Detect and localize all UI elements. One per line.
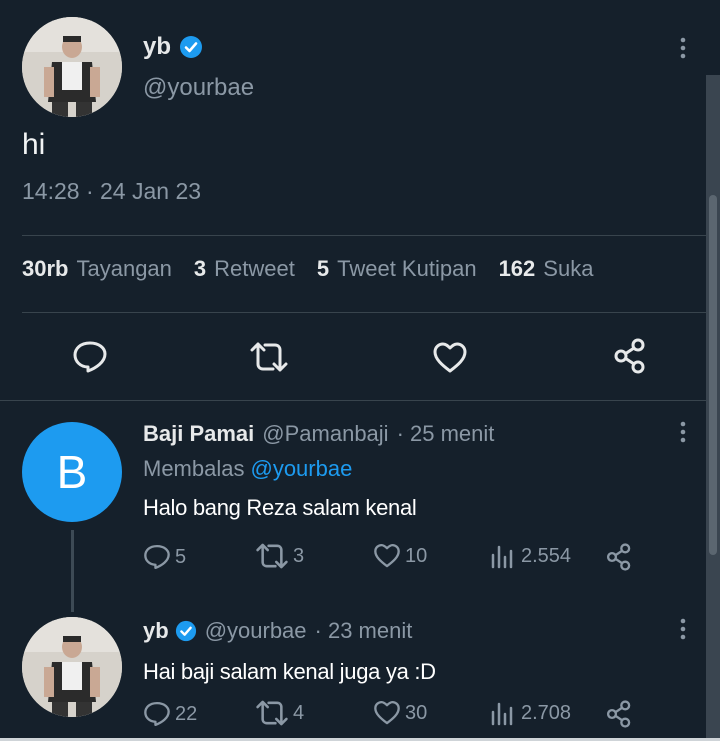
more-options-icon[interactable] [672,36,694,60]
share-icon[interactable] [612,338,648,374]
stat-quote-tweets[interactable]: 5 Tweet Kutipan [317,256,477,282]
like-heart-icon [374,700,400,725]
more-options-icon[interactable] [672,617,694,641]
more-options-icon[interactable] [672,420,694,444]
like-button[interactable]: 30 [373,700,427,726]
stat-value: 5 [316,256,330,281]
retweet-icon [256,700,288,726]
share-button[interactable] [605,543,633,571]
reply-count: 5 [175,545,187,568]
thread-connector-line [71,530,74,612]
reply-count: 22 [175,702,198,725]
reply-header: Baji Pamai @Pamanbaji · 25 menit [143,421,494,447]
views-chart-icon [491,702,513,726]
reply-icon [144,701,170,727]
main-tweet: yb @yourbae hi 14:28 · 24 Jan 23 30rb Ta… [0,0,706,400]
stat-label: Tweet Kutipan [337,256,477,281]
reply-header: yb @yourbae · 23 menit [143,618,412,644]
stat-label: Tayangan [76,256,172,281]
share-icon [606,700,631,728]
share-button[interactable] [605,700,633,728]
scrollbar-thumb[interactable] [709,195,717,555]
like-heart-icon [374,543,400,568]
reply-text: Halo bang Reza salam kenal [143,495,417,520]
author-name[interactable]: yb [143,618,169,644]
reply-action-bar: 22 4 30 2.708 [143,700,643,730]
divider [22,235,706,236]
reply-action-bar: 5 3 10 2.554 [143,543,643,573]
stat-views[interactable]: 30rb Tayangan [22,256,172,282]
views-button[interactable]: 2.554 [489,543,571,569]
stat-label: Retweet [214,256,295,281]
stat-label: Suka [543,256,594,281]
reply-time[interactable]: · 23 menit [315,618,413,644]
tweet-action-bar [0,330,706,380]
stat-value: 3 [193,256,207,281]
stat-value: 30rb [22,256,69,281]
reply-text: Hai baji salam kenal juga ya :D [143,659,436,684]
verified-badge-icon [175,620,197,642]
like-heart-icon[interactable] [432,342,468,374]
tweet-text: hi [22,128,46,161]
scrollbar[interactable] [706,75,720,741]
tweet-stats: 30rb Tayangan 3 Retweet 5 Tweet Kutipan … [22,256,615,282]
author-name-row: yb [143,33,203,61]
views-button[interactable]: 2.708 [489,700,571,726]
retweet-button[interactable]: 3 [255,543,304,569]
reply-icon[interactable] [72,340,108,374]
author-handle[interactable]: @Pamanbaji [262,421,388,447]
avatar[interactable] [22,17,122,117]
avatar[interactable]: B [22,422,122,522]
retweet-count: 4 [293,701,305,724]
reply-button[interactable]: 22 [143,700,197,728]
stat-likes[interactable]: 162 Suka [499,256,594,282]
author-handle[interactable]: @yourbae [205,618,307,644]
views-chart-icon [491,545,513,569]
profile-photo-icon [22,617,122,717]
like-button[interactable]: 10 [373,543,427,569]
avatar[interactable] [22,617,122,717]
retweet-icon[interactable] [249,342,289,372]
reply-time[interactable]: · 25 menit [397,421,495,447]
retweet-count: 3 [293,544,305,567]
retweet-button[interactable]: 4 [255,700,304,726]
verified-badge-icon [179,35,203,59]
profile-photo-icon [22,17,122,117]
replying-to-label: Membalas [143,456,245,481]
like-count: 30 [405,701,428,724]
retweet-icon [256,543,288,569]
reply-button[interactable]: 5 [143,543,186,571]
author-name[interactable]: yb [143,33,171,61]
replying-to: Membalas @yourbae [143,456,352,482]
share-icon [606,543,631,571]
divider [0,400,706,401]
author-name[interactable]: Baji Pamai [143,421,254,447]
replying-to-handle[interactable]: @yourbae [250,456,352,482]
reply-icon [144,544,170,570]
like-count: 10 [405,544,428,567]
divider [22,312,706,313]
tweet-timestamp[interactable]: 14:28 · 24 Jan 23 [22,178,201,205]
author-handle[interactable]: @yourbae [143,74,254,102]
view-count: 2.708 [521,701,572,724]
stat-retweets[interactable]: 3 Retweet [194,256,295,282]
stat-value: 162 [498,256,536,281]
view-count: 2.554 [521,544,572,567]
